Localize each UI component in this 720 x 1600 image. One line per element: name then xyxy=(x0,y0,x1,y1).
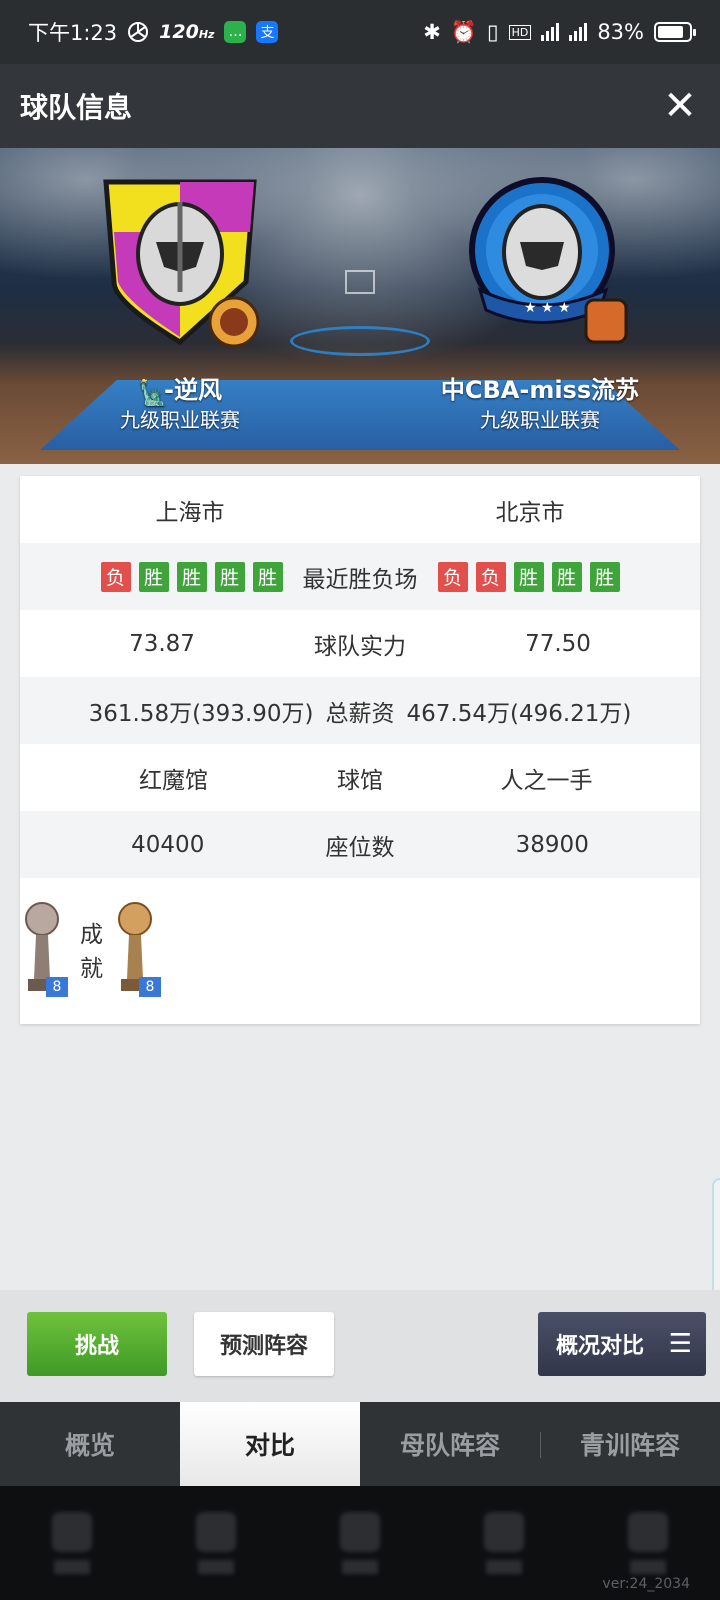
refresh-rate: 120 xyxy=(159,21,199,43)
away-result-badge: 负 xyxy=(437,561,468,592)
home-strength: 73.87 xyxy=(129,630,195,657)
hoop-icon xyxy=(345,270,375,294)
home-team-name: -逆风 xyxy=(164,376,222,404)
message-app-icon: … xyxy=(224,21,247,43)
away-team-league: 九级职业联赛 xyxy=(480,408,600,432)
statue-of-liberty-icon: 🗽 xyxy=(138,379,168,407)
signal-5g-2-icon xyxy=(569,23,588,41)
bluetooth-icon: ✱ xyxy=(423,20,441,44)
overview-compare-button[interactable]: 概况对比 ☰ xyxy=(538,1312,706,1376)
tab-bar: 概览 对比 母队阵容 青训阵容 xyxy=(0,1402,720,1486)
nav-item-2[interactable] xyxy=(181,1512,251,1574)
app-header: 球队信息 ✕ xyxy=(0,64,720,148)
tab-compare[interactable]: 对比 xyxy=(180,1402,360,1486)
challenge-button[interactable]: 挑战 xyxy=(27,1312,167,1376)
away-team-name: 中CBA-miss流苏 xyxy=(440,376,640,404)
strength-label: 球队实力 xyxy=(314,633,406,660)
nav-1-label xyxy=(54,1560,90,1574)
strength-row: 73.87 球队实力 77.50 xyxy=(20,610,700,677)
home-result-badge: 胜 xyxy=(252,561,283,592)
battery-icon xyxy=(654,22,696,42)
nav-1-icon xyxy=(52,1512,92,1552)
home-city: 上海市 xyxy=(155,499,225,526)
refresh-unit: Hz xyxy=(198,28,215,41)
tab-overview[interactable]: 概览 xyxy=(0,1402,180,1486)
away-arena: 人之一手 xyxy=(500,767,593,794)
away-recent-results: 负负胜胜胜 xyxy=(437,561,620,592)
version-label: ver:24_2034 xyxy=(602,1576,690,1592)
menu-icon: ☰ xyxy=(668,1329,692,1359)
pinwheel-icon xyxy=(128,22,149,42)
nav-item-1[interactable] xyxy=(37,1512,107,1574)
alarm-icon: ⏰ xyxy=(450,19,477,44)
nav-5-icon xyxy=(628,1512,668,1552)
nav-3-icon xyxy=(340,1512,380,1552)
salary-row: 361.58万(393.90万) 总薪资 467.54万(496.21万) xyxy=(20,677,700,744)
away-trophy-count: 8 xyxy=(139,977,161,997)
away-result-badge: 胜 xyxy=(589,561,620,592)
nav-2-label xyxy=(198,1560,234,1574)
overview-compare-label: 概况对比 xyxy=(556,1334,645,1359)
hd-icon: HD xyxy=(508,24,532,40)
tab-youth-roster[interactable]: 青训阵容 xyxy=(540,1402,720,1486)
nav-item-3[interactable] xyxy=(325,1512,395,1574)
nav-4-icon xyxy=(484,1512,524,1552)
away-result-badge: 胜 xyxy=(513,561,544,592)
status-bar: 下午1:23 120Hz … 支 ✱ ⏰ ▯ HD 83% xyxy=(0,0,720,64)
home-seats: 40400 xyxy=(131,831,205,858)
home-trophy-icon[interactable]: 8 xyxy=(20,899,70,999)
nav-3-label xyxy=(342,1560,378,1574)
tab-parent-roster[interactable]: 母队阵容 xyxy=(360,1402,540,1486)
team-banner: ★ ★ ★ 🗽-逆风 中CBA-miss流苏 九级职业联赛 九级职业联赛 xyxy=(0,148,720,464)
comparison-card: 上海市 北京市 负胜胜胜胜 最近胜负场 负负胜胜胜 73.87 球队实力 77.… xyxy=(20,476,700,1024)
achievements-row: 8 成就 8 xyxy=(20,878,161,1020)
home-trophy-count: 8 xyxy=(46,977,68,997)
side-drawer-handle[interactable] xyxy=(712,1178,720,1296)
arena-row: 红魔馆 球馆 人之一手 xyxy=(20,744,700,811)
city-row: 上海市 北京市 xyxy=(20,476,700,543)
svg-text:★ ★ ★: ★ ★ ★ xyxy=(524,300,571,316)
recent-results-row: 负胜胜胜胜 最近胜负场 负负胜胜胜 xyxy=(20,543,700,610)
battery-percent: 83% xyxy=(597,20,644,44)
recent-results-label: 最近胜负场 xyxy=(302,566,418,593)
home-team-league: 九级职业联赛 xyxy=(120,408,240,432)
bottom-nav: ver:24_2034 xyxy=(0,1486,720,1600)
arena-label: 球馆 xyxy=(337,767,383,794)
status-time: 下午1:23 xyxy=(28,21,118,45)
court-center-circle xyxy=(290,326,430,356)
achievements-label: 成就 xyxy=(80,922,103,982)
predict-lineup-button[interactable]: 预测阵容 xyxy=(194,1312,334,1376)
nav-item-4[interactable] xyxy=(469,1512,539,1574)
home-recent-results: 负胜胜胜胜 xyxy=(100,561,283,592)
home-arena: 红魔馆 xyxy=(139,767,208,794)
home-team-logo[interactable] xyxy=(96,172,264,352)
away-salary: 467.54万(496.21万) xyxy=(406,700,632,727)
nav-4-label xyxy=(486,1560,522,1574)
home-result-badge: 胜 xyxy=(214,561,245,592)
seats-label: 座位数 xyxy=(325,834,395,861)
salary-label: 总薪资 xyxy=(325,700,395,727)
nav-2-icon xyxy=(196,1512,236,1552)
away-result-badge: 胜 xyxy=(551,561,582,592)
close-icon[interactable]: ✕ xyxy=(660,86,700,126)
nav-item-5[interactable] xyxy=(613,1512,683,1574)
seats-row: 40400 座位数 38900 xyxy=(20,811,700,878)
away-strength: 77.50 xyxy=(525,630,591,657)
home-result-badge: 胜 xyxy=(176,561,207,592)
away-result-badge: 负 xyxy=(475,561,506,592)
vibrate-icon: ▯ xyxy=(487,20,499,44)
away-team-logo[interactable]: ★ ★ ★ xyxy=(460,170,630,350)
home-salary: 361.58万(393.90万) xyxy=(88,700,314,727)
away-trophy-icon[interactable]: 8 xyxy=(113,899,163,999)
home-result-badge: 负 xyxy=(100,561,131,592)
away-seats: 38900 xyxy=(515,831,589,858)
signal-5g-1-icon xyxy=(541,23,560,41)
nav-5-label xyxy=(630,1560,666,1574)
away-city: 北京市 xyxy=(495,499,565,526)
home-result-badge: 胜 xyxy=(138,561,169,592)
action-bar: 挑战 预测阵容 概况对比 ☰ xyxy=(0,1290,720,1402)
page-title: 球队信息 xyxy=(20,91,133,124)
alipay-app-icon: 支 xyxy=(256,21,279,43)
